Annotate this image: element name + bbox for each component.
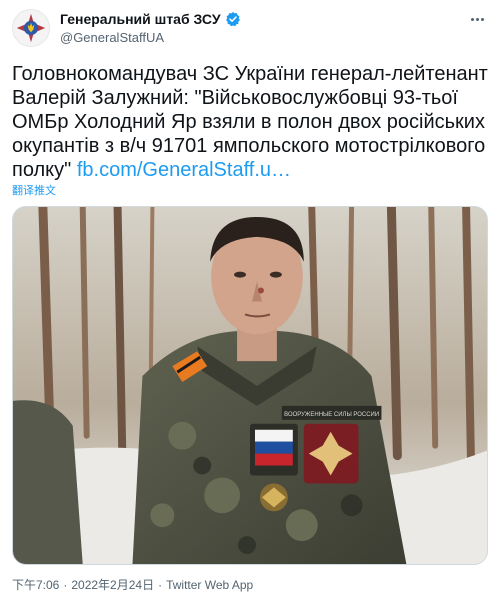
meta-separator-2: · (158, 578, 163, 592)
author-handle[interactable]: @GeneralStaffUA (60, 30, 164, 45)
soldier-photo-image: ВООРУЖЕННЫЕ СИЛЫ РОССИИ (13, 207, 487, 564)
author-name-row: Генеральний штаб ЗСУ (60, 11, 241, 27)
author-avatar[interactable] (12, 9, 50, 47)
meta-separator: · (63, 578, 68, 592)
more-options-icon[interactable] (466, 10, 488, 28)
tweet-time[interactable]: 下午7:06 (12, 578, 59, 592)
author-display-name[interactable]: Генеральний штаб ЗСУ (60, 11, 221, 27)
tweet-link[interactable]: fb.com/GeneralStaff.u… (77, 159, 291, 181)
tweet-date[interactable]: 2022年2月24日 (71, 578, 154, 592)
translate-tweet-link[interactable]: 翻译推文 (12, 182, 56, 198)
tweet-meta: 下午7:06 · 2022年2月24日 · Twitter Web App (12, 576, 253, 593)
tweet-text: Головнокомандувач ЗС України генерал-лей… (12, 62, 488, 182)
verified-badge-icon (225, 11, 241, 27)
general-staff-emblem-icon (13, 10, 49, 46)
tweet-card: Генеральний штаб ЗСУ @GeneralStaffUA Гол… (0, 0, 500, 603)
tweet-photo[interactable]: ВООРУЖЕННЫЕ СИЛЫ РОССИИ (12, 206, 488, 565)
patch-text: ВООРУЖЕННЫЕ СИЛЫ РОССИИ (284, 412, 379, 418)
tweet-source[interactable]: Twitter Web App (166, 578, 253, 592)
